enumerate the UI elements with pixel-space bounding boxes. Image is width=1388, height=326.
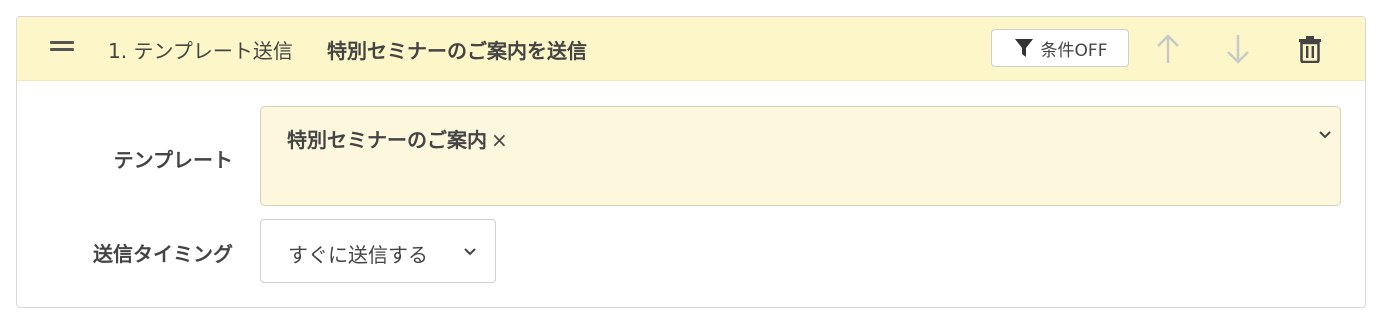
step-body: テンプレート 特別セミナーのご案内 × 送信タイミング すぐに送信する [17, 81, 1365, 307]
step-title: 特別セミナーのご案内を送信 [327, 39, 587, 63]
move-down-button[interactable] [1220, 31, 1256, 67]
chevron-down-icon [1319, 131, 1331, 139]
move-up-button[interactable] [1150, 31, 1186, 67]
timing-value: すぐに送信する [288, 243, 428, 267]
drag-handle-icon[interactable] [50, 39, 74, 53]
timing-field-label: 送信タイミング [93, 242, 233, 266]
filter-icon [1014, 39, 1033, 57]
arrow-up-icon [1157, 34, 1179, 63]
action-step-card: 1. テンプレート送信 特別セミナーのご案内を送信 条件OFF テンプレート 特… [16, 16, 1366, 308]
template-field-label: テンプレート [113, 148, 233, 172]
delete-button[interactable] [1292, 31, 1328, 67]
template-select[interactable]: 特別セミナーのご案内 × [260, 106, 1341, 206]
step-header: 1. テンプレート送信 特別セミナーのご案内を送信 条件OFF [17, 17, 1365, 81]
selected-template-label: 特別セミナーのご案内 [287, 128, 487, 152]
condition-toggle-button[interactable]: 条件OFF [991, 29, 1129, 67]
timing-select[interactable]: すぐに送信する [260, 219, 496, 283]
arrow-down-icon [1227, 35, 1249, 64]
condition-button-label: 条件OFF [1040, 40, 1108, 61]
trash-icon [1299, 36, 1321, 63]
step-number-label: 1. テンプレート送信 [108, 39, 293, 63]
chevron-down-icon [464, 248, 476, 256]
selected-template-tag: 特別セミナーのご案内 × [287, 124, 508, 153]
remove-tag-icon[interactable]: × [491, 128, 508, 152]
